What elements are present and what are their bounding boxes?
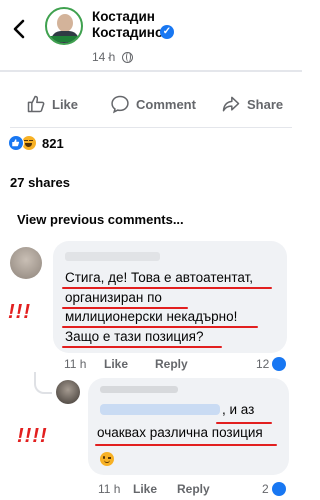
annotation-underline (62, 287, 272, 289)
reply-like-button[interactable]: Like (133, 482, 157, 496)
comment-time: 11 h (64, 357, 87, 371)
reply-reaction-count[interactable]: 2 (262, 482, 286, 496)
actions-divider (10, 127, 292, 128)
redacted-text (100, 404, 220, 415)
reply-line: , и аз (222, 402, 255, 417)
like-reaction-icon[interactable] (8, 135, 24, 151)
redacted-author-name (65, 252, 160, 261)
like-reaction-icon (271, 482, 286, 496)
like-label: Like (52, 96, 79, 112)
page-name-line1: Костадин (92, 9, 155, 24)
annotation-underline (95, 444, 277, 446)
reply-reaction-number: 2 (262, 482, 269, 496)
comment-like-button[interactable]: Like (104, 357, 128, 371)
like-button[interactable]: Like (26, 91, 78, 117)
globe-icon (122, 52, 133, 63)
annotation-underline (62, 326, 258, 328)
comment-icon (111, 95, 129, 114)
thumbs-up-icon (27, 95, 45, 113)
annotation-underline (62, 307, 188, 309)
verified-badge-icon: ✓ (160, 25, 174, 39)
shares-count[interactable]: 27 shares (10, 175, 70, 190)
comment-line: организиран по (65, 289, 162, 305)
thread-connector (34, 372, 52, 394)
post-time: 14 h (92, 50, 116, 64)
reply-time: 11 h (98, 482, 121, 496)
reply-line: очаквах различна позиция (97, 425, 263, 440)
share-icon (222, 96, 240, 112)
avatar[interactable] (10, 247, 42, 279)
comment-line: Защо е тази позиция? (65, 328, 204, 344)
chevron-left-icon (13, 19, 25, 39)
wink-emoji-icon (100, 452, 114, 466)
back-button[interactable] (8, 17, 32, 41)
comment-reply-button[interactable]: Reply (155, 357, 188, 371)
redacted-author-name (100, 386, 178, 393)
view-previous-comments[interactable]: View previous comments... (17, 212, 184, 227)
meta-separator: · (107, 50, 111, 64)
annotation-underline (62, 346, 222, 348)
comment-reaction-count[interactable]: 12 (256, 357, 287, 371)
annotation-underline (216, 422, 272, 424)
reaction-count[interactable]: 821 (42, 136, 64, 151)
comment-line: Стига, де! Това е автоатентат, (65, 270, 254, 285)
header-divider (0, 70, 302, 72)
avatar[interactable] (56, 380, 80, 404)
annotation-marks: !!!! (17, 425, 48, 447)
share-label: Share (247, 96, 284, 112)
comment-line: милиционерски некадърно! (65, 309, 238, 324)
comment-label: Comment (136, 96, 196, 112)
comment-reaction-number: 12 (256, 357, 270, 371)
page-avatar[interactable] (45, 7, 83, 45)
like-reaction-icon (272, 357, 287, 371)
comment-button[interactable]: Comment (110, 91, 196, 117)
share-button[interactable]: Share (221, 91, 283, 117)
annotation-marks: !!! (8, 301, 31, 323)
reply-reply-button[interactable]: Reply (177, 482, 210, 496)
